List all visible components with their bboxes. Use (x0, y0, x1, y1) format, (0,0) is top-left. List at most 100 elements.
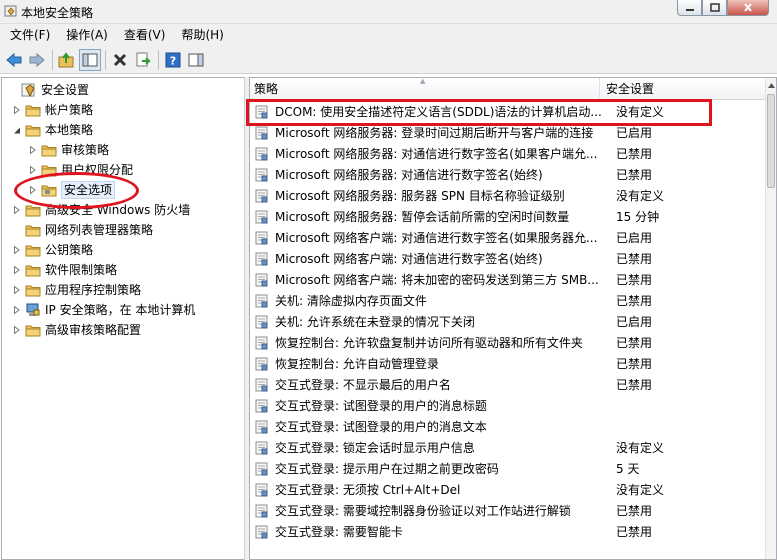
table-row[interactable]: 交互式登录: 试图登录的用户的消息文本 (250, 416, 766, 437)
maximize-button[interactable] (702, 0, 727, 16)
tree-item[interactable]: 帐户策略 (12, 100, 93, 120)
security-setting-value: 已禁用 (616, 525, 653, 539)
policy-item-icon (255, 315, 269, 329)
expand-arrow-icon[interactable] (28, 145, 38, 155)
close-icon (744, 3, 752, 12)
security-policy-icon (4, 5, 17, 17)
tree-item-label: 高级审核策略配置 (45, 323, 142, 337)
table-row[interactable]: Microsoft 网络服务器: 登录时间过期后断开与客户端的连接 已启用 (250, 122, 766, 143)
action-pane-icon (188, 53, 204, 66)
action-pane-button[interactable] (185, 49, 207, 71)
policy-name: 交互式登录: 无须按 Ctrl+Alt+Del (275, 483, 461, 497)
tree-item[interactable]: 高级审核策略配置 (12, 320, 141, 340)
tree-item[interactable]: 本地策略 (12, 120, 93, 140)
scroll-thumb[interactable] (767, 94, 775, 188)
folder-up-icon (58, 51, 74, 67)
folder-icon (25, 322, 41, 338)
collapse-arrow-icon[interactable] (12, 125, 22, 135)
forward-button[interactable] (26, 49, 48, 71)
table-row[interactable]: 交互式登录: 锁定会话时显示用户信息 没有定义 (250, 437, 766, 458)
policy-name: 交互式登录: 提示用户在过期之前更改密码 (275, 462, 499, 476)
table-row[interactable]: 交互式登录: 提示用户在过期之前更改密码 5 天 (250, 458, 766, 479)
tree-item-label: 软件限制策略 (45, 263, 118, 277)
tree-item-label: 用户权限分配 (61, 163, 134, 177)
help-button[interactable]: ? (162, 49, 184, 71)
tree-item-label: 帐户策略 (45, 103, 94, 117)
table-row[interactable]: DCOM: 使用安全描述符定义语言(SDDL)语法的计算机启动... 没有定义 (250, 101, 766, 122)
sort-ascending-icon: ▲ (420, 77, 426, 85)
scroll-up-arrow[interactable] (766, 78, 776, 92)
tree-item[interactable]: 高级安全 Windows 防火墙 (12, 200, 190, 220)
policy-name: Microsoft 网络服务器: 对通信进行数字签名(如果客户端允... (275, 147, 598, 161)
console-tree: 安全设置帐户策略本地策略 审核策略用户权限分配安全选项 高级安全 Windows 防… (1, 77, 245, 560)
policy-name: 恢复控制台: 允许自动管理登录 (275, 357, 439, 371)
close-button[interactable] (727, 0, 769, 16)
column-header-setting[interactable]: 安全设置 (600, 78, 766, 100)
window-title: 本地安全策略 (21, 6, 94, 20)
security-setting-value: 已禁用 (616, 336, 653, 350)
menu-view[interactable]: 查看(V) (116, 25, 174, 45)
up-level-button[interactable] (56, 49, 78, 71)
expand-arrow-icon[interactable] (12, 325, 22, 335)
expand-arrow-icon[interactable] (12, 265, 22, 275)
table-row[interactable]: 交互式登录: 试图登录的用户的消息标题 (250, 395, 766, 416)
tree-item[interactable]: 网络列表管理器策略 (12, 220, 153, 240)
back-arrow-icon (6, 52, 22, 67)
menu-action[interactable]: 操作(A) (58, 25, 116, 45)
table-row[interactable]: Microsoft 网络客户端: 对通信进行数字签名(始终) 已禁用 (250, 248, 766, 269)
policy-name: 交互式登录: 试图登录的用户的消息标题 (275, 399, 487, 413)
folder-icon (25, 222, 41, 238)
back-button[interactable] (3, 49, 25, 71)
show-hide-tree-button[interactable] (79, 48, 101, 71)
policy-item-icon (255, 168, 269, 182)
minimize-button[interactable] (677, 0, 702, 16)
table-row[interactable]: Microsoft 网络服务器: 暂停会话前所需的空闲时间数量 15 分钟 (250, 206, 766, 227)
tree-item[interactable]: 安全设置 (8, 80, 89, 100)
tree-item[interactable]: 审核策略 (28, 140, 109, 160)
tree-item[interactable]: IP 安全策略，在 本地计算机 (12, 300, 195, 320)
tree-item[interactable]: 公钥策略 (12, 240, 93, 260)
expand-arrow-icon[interactable] (12, 245, 22, 255)
expand-arrow-icon[interactable] (12, 205, 22, 215)
table-row[interactable]: 关机: 清除虚拟内存页面文件 已禁用 (250, 290, 766, 311)
table-row[interactable]: 恢复控制台: 允许自动管理登录 已禁用 (250, 353, 766, 374)
tree-item[interactable]: 软件限制策略 (12, 260, 117, 280)
vertical-scrollbar[interactable] (765, 78, 776, 559)
expand-arrow-icon[interactable] (12, 305, 22, 315)
column-header-policy[interactable]: ▲ 策略 (250, 78, 600, 100)
export-list-button[interactable] (132, 49, 154, 71)
table-row[interactable]: Microsoft 网络服务器: 对通信进行数字签名(始终) 已禁用 (250, 164, 766, 185)
menu-help[interactable]: 帮助(H) (173, 25, 231, 45)
table-row[interactable]: 交互式登录: 需要域控制器身份验证以对工作站进行解锁 已禁用 (250, 500, 766, 521)
policy-item-icon (255, 294, 269, 308)
security-setting-value: 已禁用 (616, 273, 653, 287)
folder-icon (41, 142, 57, 158)
tree-item[interactable]: 安全选项 (28, 180, 116, 200)
menu-bar: 文件(F) 操作(A) 查看(V) 帮助(H) (0, 24, 777, 46)
table-row[interactable]: 交互式登录: 不显示最后的用户名 已禁用 (250, 374, 766, 395)
folder-lock-icon (41, 182, 57, 198)
tree-item-label: 应用程序控制策略 (45, 283, 142, 297)
tree-item[interactable]: 应用程序控制策略 (12, 280, 141, 300)
table-row[interactable]: Microsoft 网络客户端: 对通信进行数字签名(如果服务器允... 已启用 (250, 227, 766, 248)
table-row[interactable]: 恢复控制台: 允许软盘复制并访问所有驱动器和所有文件夹 已禁用 (250, 332, 766, 353)
policy-item-icon (255, 210, 269, 224)
table-row[interactable]: Microsoft 网络服务器: 对通信进行数字签名(如果客户端允... 已禁用 (250, 143, 766, 164)
table-row[interactable]: Microsoft 网络服务器: 服务器 SPN 目标名称验证级别 没有定义 (250, 185, 766, 206)
menu-file[interactable]: 文件(F) (2, 25, 58, 45)
security-setting-value: 没有定义 (616, 483, 665, 497)
tree-item[interactable]: 用户权限分配 (28, 160, 133, 180)
expand-arrow-icon[interactable] (12, 105, 22, 115)
expand-arrow-icon[interactable] (28, 165, 38, 175)
delete-button[interactable] (109, 49, 131, 71)
expand-arrow-icon[interactable] (28, 185, 38, 195)
policy-item-icon (255, 483, 269, 497)
table-row[interactable]: Microsoft 网络客户端: 将未加密的密码发送到第三方 SMB... 已禁用 (250, 269, 766, 290)
security-setting-value: 已禁用 (616, 147, 653, 161)
policy-list-pane: ▲ 策略 安全设置 DCOM: 使用安全描述符定义语言(SDDL)语法的计算机启… (249, 77, 777, 560)
table-row[interactable]: 交互式登录: 无须按 Ctrl+Alt+Del 没有定义 (250, 479, 766, 500)
expand-arrow-icon[interactable] (12, 285, 22, 295)
table-row[interactable]: 关机: 允许系统在未登录的情况下关闭 已启用 (250, 311, 766, 332)
table-row[interactable]: 交互式登录: 需要智能卡 已禁用 (250, 521, 766, 542)
delete-x-icon (113, 53, 127, 66)
